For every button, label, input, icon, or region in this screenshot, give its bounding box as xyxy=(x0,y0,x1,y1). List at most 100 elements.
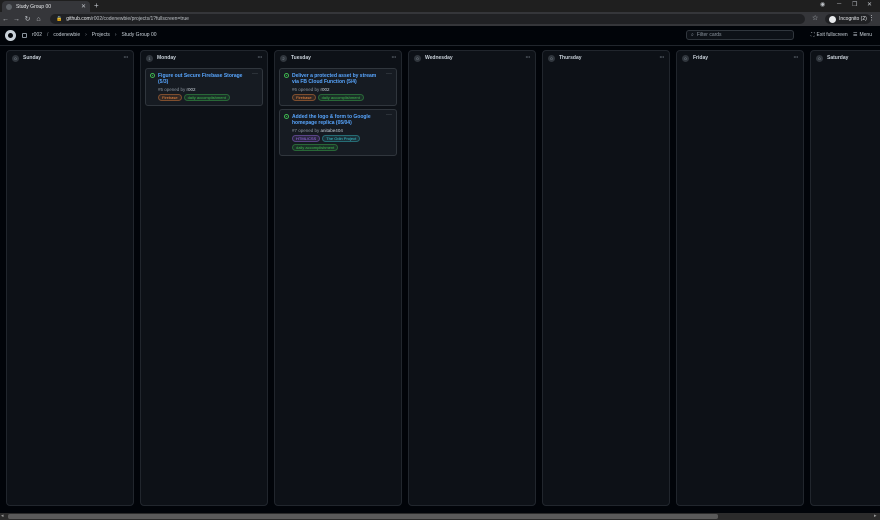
browser-tab-strip: Study Group 00 ✕ + ◉ ─ ❐ ✕ xyxy=(0,0,880,12)
kebab-icon[interactable]: ⋮ xyxy=(868,14,875,22)
column-header: 0 Thursday ··· xyxy=(543,51,669,65)
column-menu-icon[interactable]: ··· xyxy=(392,55,397,61)
project-board: 0 Sunday ··· 1 Monday ··· ··· Figure out Secure… xyxy=(0,47,880,513)
forward-icon[interactable]: → xyxy=(11,16,22,23)
label-list: Firebase daily accomplishment xyxy=(158,94,257,101)
chevron-right-icon: › xyxy=(85,32,87,38)
chevron-right-icon: › xyxy=(114,32,117,38)
reload-icon[interactable]: ↻ xyxy=(22,15,33,23)
column-count-badge: 0 xyxy=(816,54,823,62)
board-column-friday: 0 Friday ··· xyxy=(676,50,804,506)
search-icon: ⌕ xyxy=(691,32,694,38)
github-logo-icon[interactable] xyxy=(5,30,16,41)
label-list: HTML/CSS The Odin Project daily accomplish… xyxy=(292,135,391,151)
minimize-icon[interactable]: ─ xyxy=(837,1,841,7)
scrollbar-thumb[interactable] xyxy=(8,514,718,519)
back-icon[interactable]: ← xyxy=(0,16,11,23)
board-column-sunday: 0 Sunday ··· xyxy=(6,50,134,506)
column-count-badge: 0 xyxy=(682,54,689,62)
issue-label[interactable]: Firebase xyxy=(158,94,182,101)
url-host: github.com xyxy=(66,16,91,22)
column-header: 0 Friday ··· xyxy=(677,51,803,65)
tab-title: Study Group 00 xyxy=(16,3,52,10)
fullscreen-exit-icon: ⛶ xyxy=(811,32,815,38)
column-menu-icon[interactable]: ··· xyxy=(794,55,799,61)
restore-icon[interactable]: ❐ xyxy=(852,1,857,8)
issue-title-link[interactable]: Added the logo & form to Google homepage… xyxy=(292,114,391,126)
address-bar[interactable]: 🔒 github.com/r002/codenewbie/projects/1?… xyxy=(50,14,805,24)
issue-card[interactable]: ··· Deliver a protected asset by stream v… xyxy=(279,68,397,106)
column-count-badge: 0 xyxy=(548,54,555,62)
issue-label[interactable]: The Odin Project xyxy=(322,135,361,142)
board-column-thursday: 0 Thursday ··· xyxy=(542,50,670,506)
issue-title-link[interactable]: Deliver a protected asset by stream via … xyxy=(292,73,391,85)
issue-author-link[interactable]: r002 xyxy=(321,87,330,92)
card-menu-icon[interactable]: ··· xyxy=(386,112,392,118)
issue-label[interactable]: HTML/CSS xyxy=(292,135,321,142)
breadcrumb-repo[interactable]: codenewbie xyxy=(53,32,80,38)
issue-card[interactable]: ··· Figure out Secure Firebase Storage (5… xyxy=(145,68,263,106)
board-column-saturday: 0Saturday··· xyxy=(810,50,880,506)
issue-author-link[interactable]: anitabe404 xyxy=(321,128,343,133)
exit-fullscreen-button[interactable]: ⛶ Exit fullscreen xyxy=(811,32,848,38)
column-header: 0 Sunday ··· xyxy=(7,51,133,65)
column-count-badge: 2 xyxy=(280,54,287,62)
exit-fullscreen-label: Exit fullscreen xyxy=(816,32,848,38)
profile-label: Incognito (2) xyxy=(839,16,867,22)
star-icon[interactable]: ☆ xyxy=(812,14,818,22)
column-count-badge: 0 xyxy=(414,54,421,62)
column-menu-icon[interactable]: ··· xyxy=(124,55,129,61)
horizontal-scrollbar[interactable]: ◂ ▸ xyxy=(0,513,880,520)
incognito-indicator-icon: ◉ xyxy=(820,2,826,8)
issue-title-link[interactable]: Figure out Secure Firebase Storage (5/3) xyxy=(158,73,257,85)
profile-button[interactable]: Incognito (2) xyxy=(825,14,871,24)
column-header: 1 Monday ··· xyxy=(141,51,267,65)
browser-toolbar: ← → ↻ ⌂ 🔒 github.com/r002/codenewbie/pro… xyxy=(0,12,880,26)
issue-number-text: #5 opened by xyxy=(158,87,186,92)
column-title: Tuesday xyxy=(291,55,311,61)
github-header: r002 / codenewbie › Projects › Study Gro… xyxy=(0,26,880,46)
issue-author-link[interactable]: r002 xyxy=(187,87,196,92)
close-tab-icon[interactable]: ✕ xyxy=(81,3,86,10)
board-column-tuesday: 2 Tuesday ··· ··· Deliver a protected asset … xyxy=(274,50,402,506)
column-menu-icon[interactable]: ··· xyxy=(526,55,531,61)
column-title: Wednesday xyxy=(425,55,453,61)
open-issue-icon xyxy=(284,73,289,78)
url-path: /r002/codenewbie/projects/1?fullscreen=t… xyxy=(90,16,189,22)
scroll-right-icon[interactable]: ▸ xyxy=(874,513,877,520)
breadcrumb-project[interactable]: Study Group 00 xyxy=(122,32,157,38)
breadcrumb: r002 / codenewbie › Projects › Study Gro… xyxy=(22,32,157,38)
home-icon[interactable]: ⌂ xyxy=(33,16,44,23)
breadcrumb-owner[interactable]: r002 xyxy=(32,32,42,38)
column-menu-icon[interactable]: ··· xyxy=(660,55,665,61)
column-menu-icon[interactable]: ··· xyxy=(258,55,263,61)
issue-meta: #5 opened by r002 xyxy=(158,87,257,92)
column-header: 0 Wednesday ··· xyxy=(409,51,535,65)
github-favicon-icon xyxy=(6,3,12,10)
breadcrumb-projects[interactable]: Projects xyxy=(92,32,110,38)
browser-tab[interactable]: Study Group 00 ✕ xyxy=(2,1,90,12)
column-title: Friday xyxy=(693,55,709,61)
column-title: Monday xyxy=(157,55,176,61)
issue-card[interactable]: ··· Added the logo & form to Google homep… xyxy=(279,109,397,156)
column-count-badge: 1 xyxy=(146,54,153,62)
hamburger-icon: ☰ xyxy=(853,32,858,38)
filter-cards-input[interactable]: ⌕ Filter cards xyxy=(686,30,794,40)
menu-label: Menu xyxy=(859,32,872,38)
column-header: 0Saturday··· xyxy=(811,51,880,65)
incognito-avatar-icon xyxy=(829,15,836,23)
new-tab-button[interactable]: + xyxy=(94,1,99,11)
issue-label[interactable]: daily accomplishment xyxy=(317,94,364,101)
board-column-monday: 1 Monday ··· ··· Figure out Secure Firebase … xyxy=(140,50,268,506)
breadcrumb-separator: / xyxy=(47,32,49,38)
card-menu-icon[interactable]: ··· xyxy=(252,71,258,77)
scroll-left-icon[interactable]: ◂ xyxy=(1,513,4,520)
label-list: Firebase daily accomplishment xyxy=(292,94,391,101)
issue-label[interactable]: Firebase xyxy=(292,94,316,101)
menu-button[interactable]: ☰ Menu xyxy=(853,32,872,38)
close-window-icon[interactable]: ✕ xyxy=(867,1,872,8)
issue-label[interactable]: daily accomplishment xyxy=(292,144,339,151)
issue-label[interactable]: daily accomplishment xyxy=(183,94,230,101)
open-issue-icon xyxy=(150,73,155,78)
card-menu-icon[interactable]: ··· xyxy=(386,71,392,77)
